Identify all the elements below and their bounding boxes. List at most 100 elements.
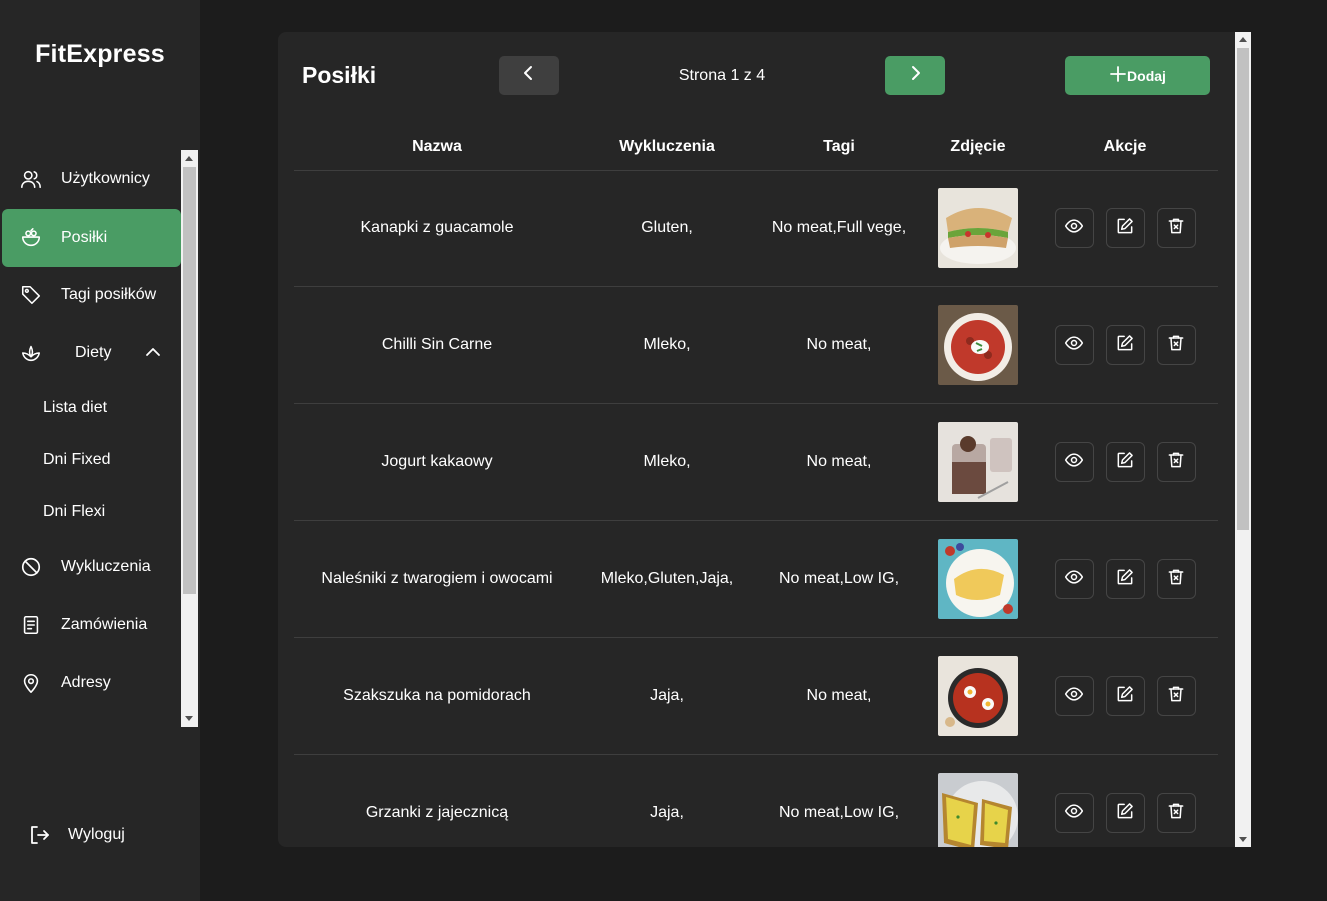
trash-icon [1166,216,1186,241]
sidebar-subitem-diet-list[interactable]: Lista diet [43,399,107,417]
leaf-icon [20,342,42,364]
trash-icon [1166,450,1186,475]
edit-button[interactable] [1105,442,1145,482]
sidebar-item-label: Posiłki [61,229,108,246]
edit-icon [1115,450,1135,475]
meal-name: Chilli Sin Carne [381,336,493,353]
trash-icon [1166,801,1186,826]
add-label: Dodaj [1127,67,1166,84]
sidebar-item-exclusions[interactable]: Wykluczenia [2,538,181,596]
sidebar-subitem-flexi-days[interactable]: Dni Flexi [43,503,105,521]
meal-tags: No meat, [806,687,872,704]
logout-button[interactable]: Wyloguj [27,823,125,847]
meal-tags: No meat,Low IG, [778,804,900,821]
view-button[interactable] [1054,559,1094,599]
sidebar-item-label: Diety [75,344,112,361]
sidebar-item-label: Zamówienia [61,616,148,633]
edit-button[interactable] [1105,559,1145,599]
delete-button[interactable] [1156,676,1196,716]
edit-button[interactable] [1105,325,1145,365]
actions-cell [1032,638,1218,754]
scrollbar-thumb[interactable] [1237,48,1249,530]
edit-button[interactable] [1105,793,1145,833]
eye-icon [1064,333,1084,358]
eye-icon [1064,684,1084,709]
sidebar-item-meal-tags[interactable]: Tagi posiłków [2,266,181,324]
sidebar-item-addresses[interactable]: Adresy [2,654,181,712]
photo-cell [924,170,1032,286]
meals-panel: Posiłki Strona 1 z 4 Dodaj Nazwa Wyklucz… [278,32,1235,847]
scrollbar-thumb[interactable] [183,167,196,594]
table-row: Szakszuka na pomidorach Jaja, No meat, [294,638,1218,755]
sidebar-item-diets[interactable]: Diety [2,324,181,382]
meal-name: Jogurt kakaowy [381,453,493,470]
scroll-up-arrow[interactable] [185,156,193,161]
scroll-up-arrow[interactable] [1239,37,1247,42]
sidebar-scrollbar[interactable] [181,150,198,727]
meal-name: Naleśniki z twarogiem i owocami [321,570,553,587]
meal-exclusions: Mleko,Gluten,Jaja, [600,570,734,587]
sidebar-item-orders[interactable]: Zamówienia [2,596,181,654]
main-scrollbar[interactable] [1235,32,1251,847]
meal-photo [938,422,1018,502]
tag-icon [20,284,42,306]
edit-button[interactable] [1105,208,1145,248]
column-header-name[interactable]: Nazwa [294,124,580,170]
add-meal-button[interactable]: Dodaj [1065,56,1210,95]
sidebar-item-label: Wykluczenia [61,558,151,575]
brand-logo: FitExpress [35,40,165,68]
sidebar-item-meals[interactable]: Posiłki [2,209,181,267]
meal-name: Kanapki z guacamole [360,219,514,236]
sidebar-subitem-fixed-days[interactable]: Dni Fixed [43,451,111,469]
table-row: Naleśniki z twarogiem i owocami Mleko,Gl… [294,521,1218,638]
meal-photo [938,773,1018,847]
view-button[interactable] [1054,676,1094,716]
next-page-button[interactable] [885,56,945,95]
delete-button[interactable] [1156,208,1196,248]
actions-cell [1032,170,1218,286]
meal-name: Szakszuka na pomidorach [343,687,531,704]
view-button[interactable] [1054,793,1094,833]
scroll-down-arrow[interactable] [1239,837,1247,842]
sidebar-item-label: Tagi posiłków [61,286,157,303]
logout-icon [27,823,51,847]
sidebar-item-users[interactable]: Użytkownicy [2,150,181,208]
table-row: Chilli Sin Carne Mleko, No meat, [294,287,1218,404]
actions-cell [1032,404,1218,520]
view-button[interactable] [1054,325,1094,365]
users-icon [20,168,42,190]
view-button[interactable] [1054,442,1094,482]
delete-button[interactable] [1156,442,1196,482]
edit-button[interactable] [1105,676,1145,716]
edit-icon [1115,333,1135,358]
bowl-icon [20,227,42,249]
sidebar-item-label: Adresy [61,674,111,691]
meal-exclusions: Jaja, [650,687,684,704]
chevron-left-icon [521,65,537,86]
prev-page-button[interactable] [499,56,559,95]
table-row: Kanapki z guacamole Gluten, No meat,Full… [294,170,1218,287]
ban-icon [20,556,42,578]
meal-exclusions: Gluten, [641,219,693,236]
column-header-tags[interactable]: Tagi [754,124,924,170]
column-header-actions: Akcje [1103,138,1147,155]
meal-exclusions: Mleko, [643,453,691,470]
view-button[interactable] [1054,208,1094,248]
delete-button[interactable] [1156,559,1196,599]
actions-cell [1032,521,1218,637]
meal-photo [938,656,1018,736]
actions-cell [1032,287,1218,403]
edit-icon [1115,801,1135,826]
trash-icon [1166,684,1186,709]
meal-exclusions: Mleko, [643,336,691,353]
scroll-down-arrow[interactable] [185,716,193,721]
meal-photo [938,188,1018,268]
delete-button[interactable] [1156,325,1196,365]
trash-icon [1166,567,1186,592]
delete-button[interactable] [1156,793,1196,833]
meals-table-body: Kanapki z guacamole Gluten, No meat,Full… [294,170,1218,847]
chevron-up-icon[interactable] [145,344,161,365]
meal-exclusions: Jaja, [650,804,684,821]
column-header-exclusions[interactable]: Wykluczenia [580,124,754,170]
table-header: Nazwa Wykluczenia Tagi Zdjęcie Akcje [294,124,1218,171]
